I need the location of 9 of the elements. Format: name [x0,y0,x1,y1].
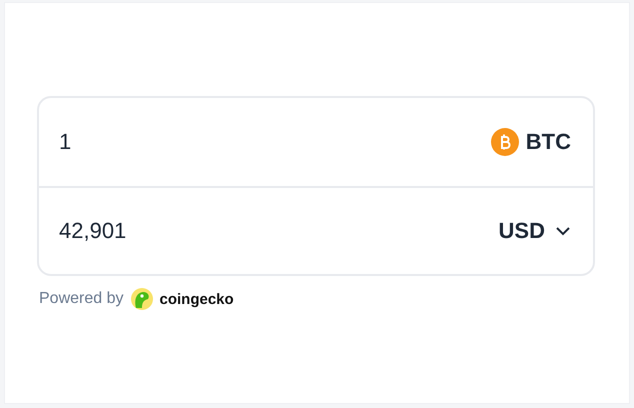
currency-dropdown[interactable]: USD [498,218,571,244]
powered-by-label: Powered by [39,290,124,308]
amount-field[interactable]: 42,901 [59,218,126,244]
gecko-logo-icon [130,288,152,310]
bitcoin-icon [490,128,519,156]
currency-label: BTC [526,129,571,155]
chevron-down-icon [555,226,571,236]
amount-field[interactable]: 1 [59,129,72,155]
brand-name[interactable]: coingecko [160,290,234,308]
